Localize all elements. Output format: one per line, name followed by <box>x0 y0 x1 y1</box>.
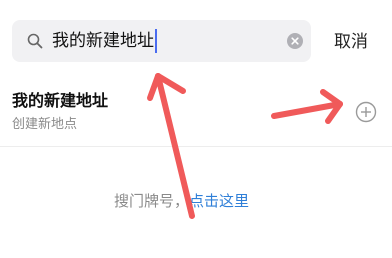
clear-icon[interactable] <box>287 33 303 49</box>
search-icon <box>27 33 43 49</box>
cancel-button[interactable]: 取消 <box>334 30 368 54</box>
search-bar[interactable]: 我的新建地址 <box>12 20 311 62</box>
text-caret <box>155 29 157 53</box>
result-subtitle: 创建新地点 <box>12 117 78 132</box>
hint-text: 搜门牌号， <box>114 192 190 210</box>
result-title: 我的新建地址 <box>12 91 109 110</box>
add-circle-icon[interactable] <box>355 101 377 123</box>
create-address-item[interactable]: 我的新建地址 创建新地点 <box>0 82 392 146</box>
divider <box>0 146 392 147</box>
search-input-value: 我的新建地址 <box>52 31 154 51</box>
search-input[interactable]: 我的新建地址 <box>52 29 157 53</box>
click-here-link[interactable]: 点击这里 <box>189 192 249 210</box>
house-number-hint: 搜门牌号，点击这里 <box>114 190 249 212</box>
